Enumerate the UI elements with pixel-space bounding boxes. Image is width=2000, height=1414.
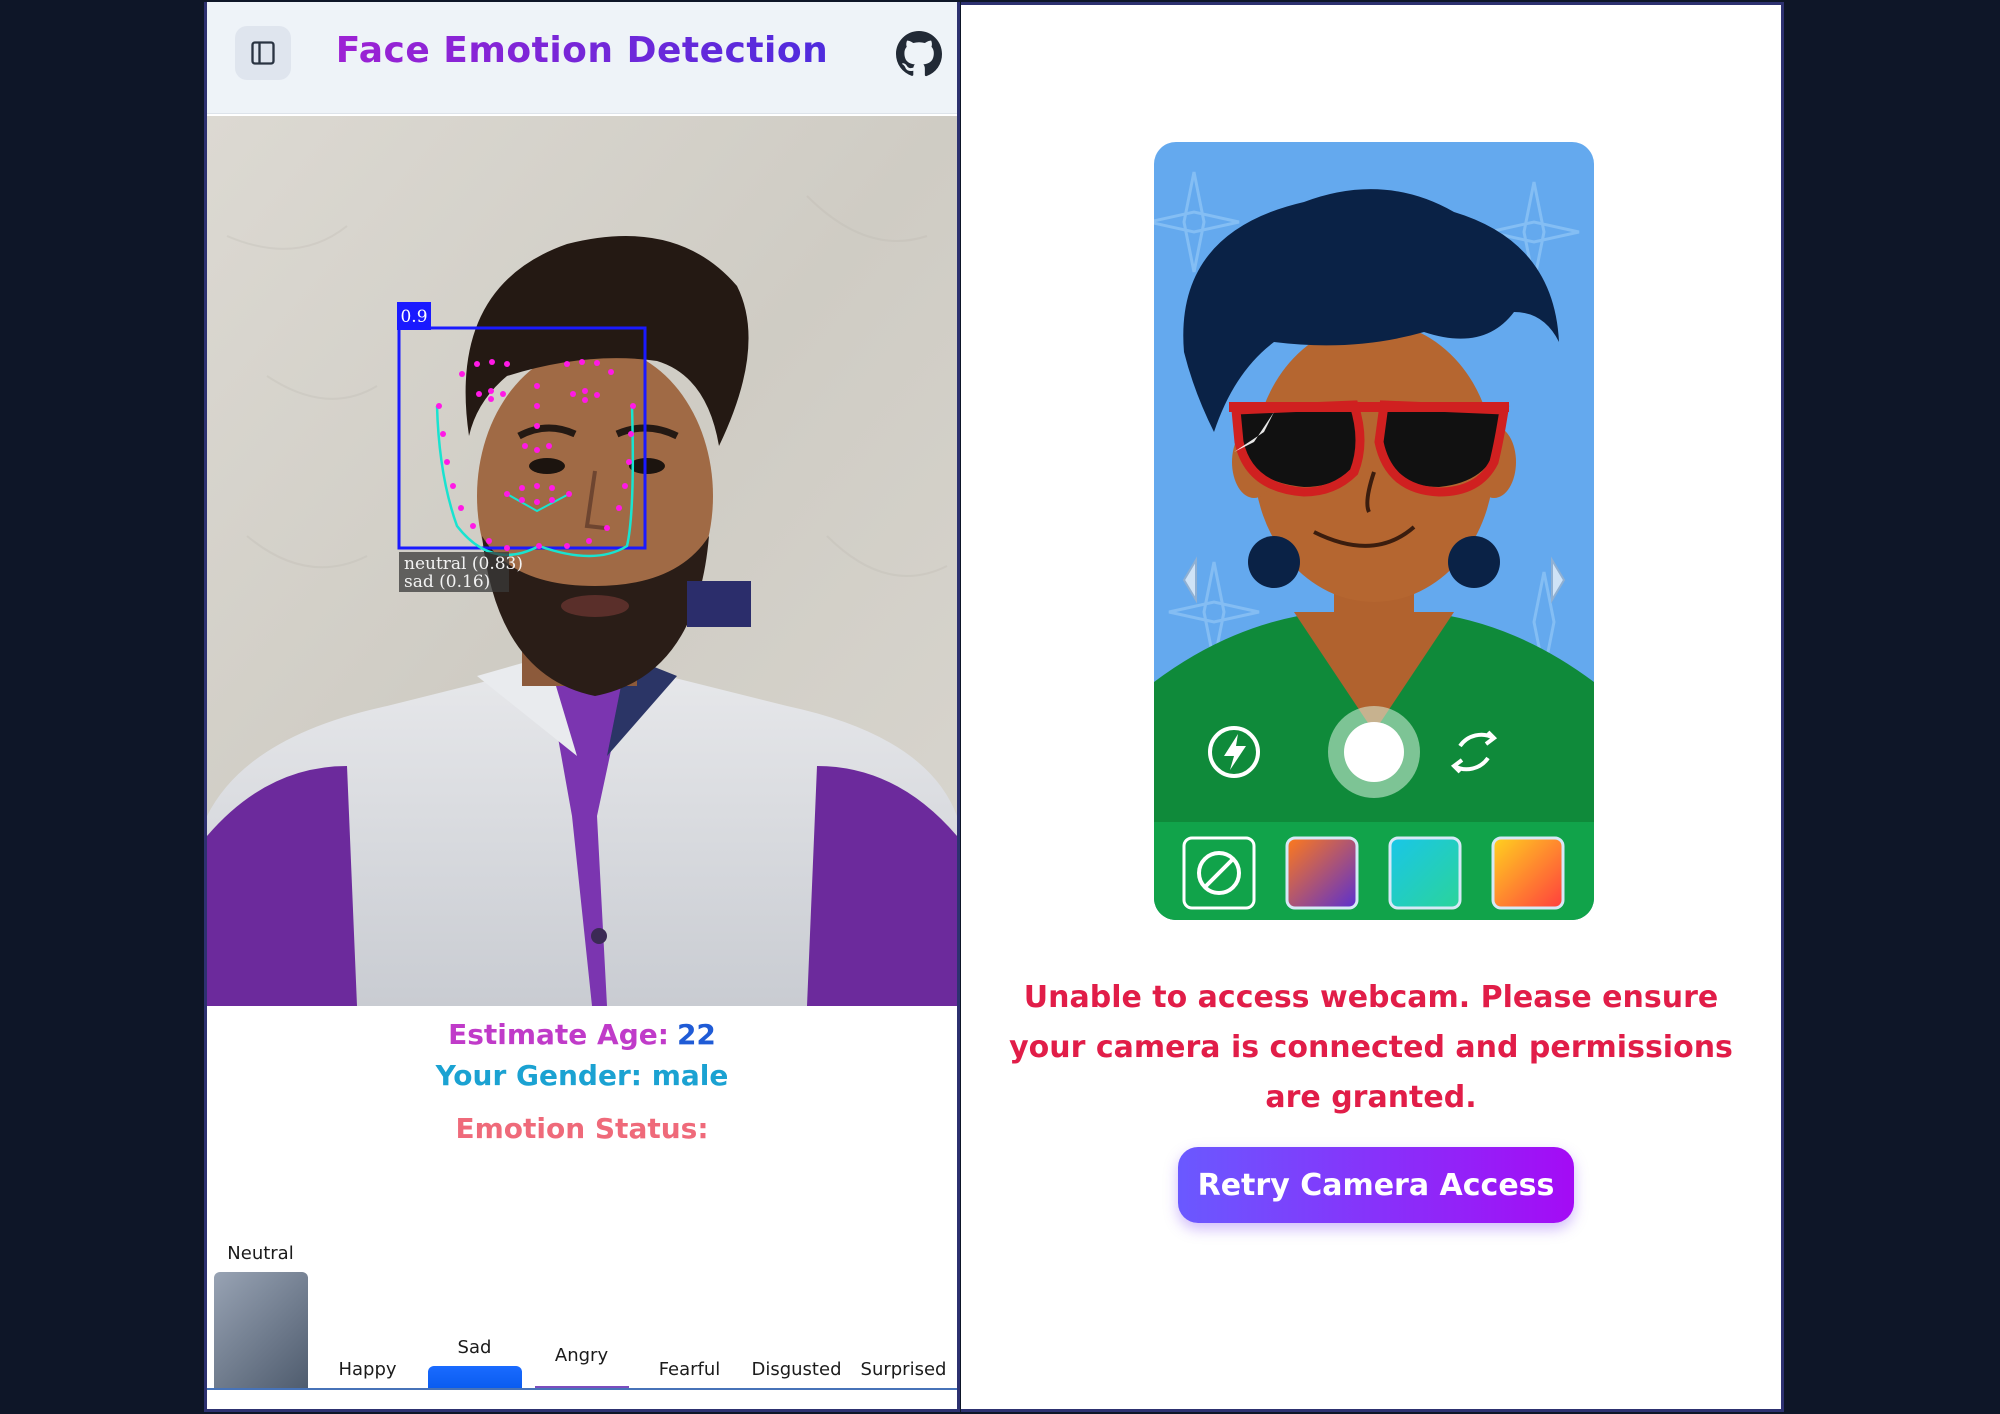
app-header: Face Emotion Detection xyxy=(207,2,957,114)
emotion-label-surprised: Surprised xyxy=(860,1359,947,1380)
emotion-label-disgusted: Disgusted xyxy=(751,1359,842,1380)
retry-camera-button[interactable]: Retry Camera Access xyxy=(1178,1147,1574,1223)
emotion-status-label: Emotion Status: xyxy=(455,1112,709,1145)
emotion-bar-chart: Neutral Happy Sad Angry Fearful Disgusted Surp… xyxy=(207,1192,957,1390)
detection-panel: Face Emotion Detection 0.9 neutral (0.83… xyxy=(204,2,960,1412)
emotion-label-happy: Happy xyxy=(338,1359,397,1380)
webcam-image: 0.9 neutral (0.83) sad (0.16) xyxy=(207,116,957,1006)
camera-error-message: Unable to access webcam. Please ensure y… xyxy=(1009,980,1733,1115)
emotion-label-line-1: neutral (0.83) xyxy=(404,554,523,574)
camera-illustration xyxy=(1154,142,1594,920)
emotion-label-neutral: Neutral xyxy=(227,1243,294,1264)
github-icon[interactable] xyxy=(895,30,943,78)
age-row: Estimate Age: 22 xyxy=(207,1018,957,1051)
app-title: Face Emotion Detection xyxy=(207,30,957,71)
emotion-label-line-2: sad (0.16) xyxy=(404,572,490,592)
emotion-bar-sad xyxy=(428,1366,522,1388)
detection-score: 0.9 xyxy=(400,307,427,327)
no-filter-icon xyxy=(1182,836,1256,910)
emotion-bar-neutral xyxy=(214,1272,308,1388)
app-frame: Face Emotion Detection 0.9 neutral (0.83… xyxy=(204,2,1784,1412)
gender-text: Your Gender: male xyxy=(435,1059,729,1092)
camera-error-panel: Unable to access webcam. Please ensure y… xyxy=(961,2,1784,1412)
stats-section: Estimate Age: 22 Your Gender: male Emotio… xyxy=(207,1014,957,1145)
chart-baseline xyxy=(207,1388,957,1390)
emotion-bar-angry xyxy=(535,1386,629,1388)
webcam-frame: 0.9 neutral (0.83) sad (0.16) xyxy=(207,116,957,1006)
emotion-label-angry: Angry xyxy=(554,1345,609,1366)
shutter-button-icon xyxy=(1328,706,1420,798)
age-label: Estimate Age: xyxy=(448,1018,669,1051)
emotion-label-fearful: Fearful xyxy=(658,1359,721,1380)
emotion-label-sad: Sad xyxy=(457,1337,492,1358)
age-value: 22 xyxy=(676,1018,716,1051)
camera-illustration-image xyxy=(1154,142,1594,920)
